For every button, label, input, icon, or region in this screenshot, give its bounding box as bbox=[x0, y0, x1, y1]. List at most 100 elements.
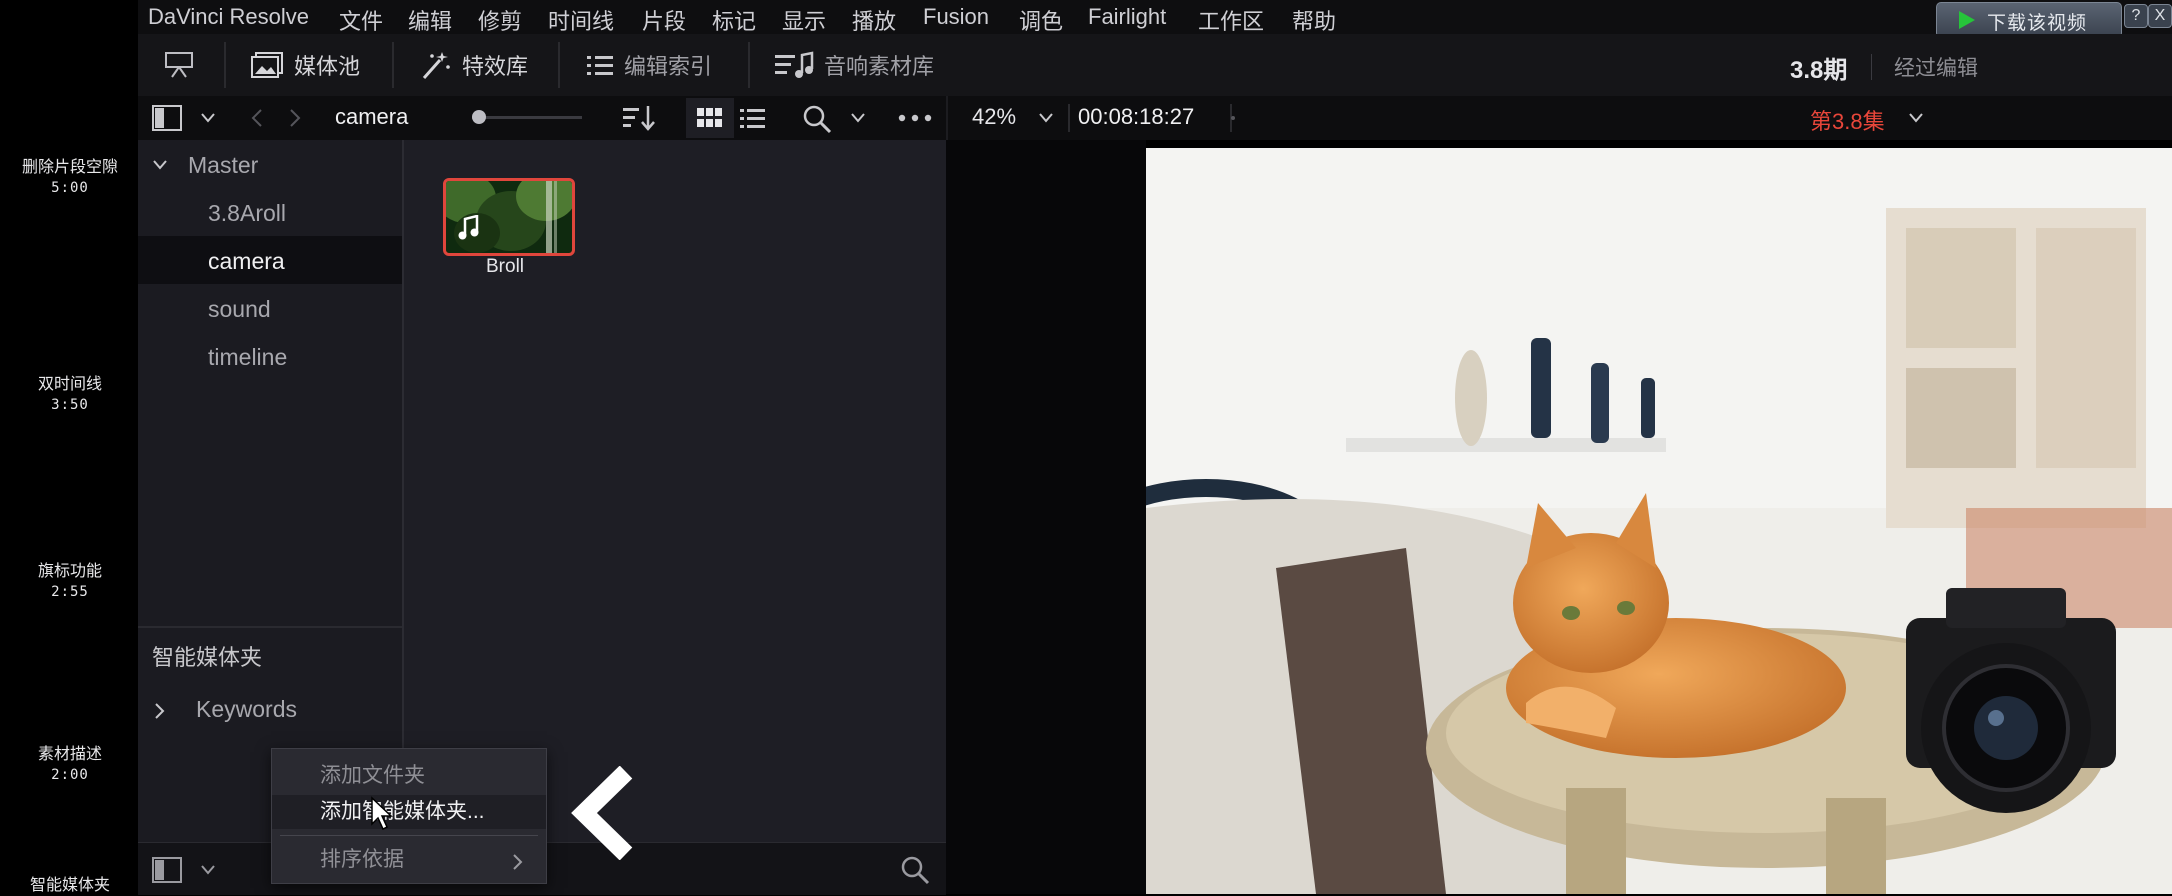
menu-fairlight[interactable]: Fairlight bbox=[1088, 4, 1166, 30]
chevron-down-icon[interactable] bbox=[200, 864, 216, 876]
chapter-title: 智能媒体夹 bbox=[29, 877, 110, 894]
current-bin-name: camera bbox=[335, 104, 409, 129]
magic-wand-icon bbox=[422, 52, 450, 79]
mouse-cursor-icon bbox=[371, 796, 393, 831]
bin-item[interactable]: sound bbox=[138, 284, 402, 332]
chevron-right-icon bbox=[155, 703, 165, 719]
media-pool-icon bbox=[251, 52, 283, 78]
effects-library-button[interactable]: 特效库 bbox=[420, 48, 528, 82]
bin-item[interactable]: timeline bbox=[138, 332, 402, 380]
chapter-time: 2:55 bbox=[51, 584, 89, 600]
close-window-button[interactable]: X bbox=[2148, 4, 2172, 28]
chapter-time: 3:50 bbox=[51, 397, 89, 413]
bin-item[interactable]: 3.8Aroll bbox=[138, 188, 402, 236]
panel-toggle-icon[interactable] bbox=[152, 857, 182, 883]
music-list-icon bbox=[775, 51, 814, 78]
video-viewer[interactable] bbox=[1146, 148, 2172, 894]
bin-label: timeline bbox=[208, 344, 288, 370]
menu-mark[interactable]: 标记 bbox=[712, 4, 756, 36]
media-pool-header: camera 42% 00:08:18:27 第3.8集 bbox=[138, 96, 2172, 140]
bin-label: camera bbox=[208, 248, 285, 274]
menu-app[interactable]: DaVinci Resolve bbox=[148, 4, 309, 30]
back-arrow-icon[interactable] bbox=[250, 108, 264, 128]
chapter-item[interactable]: 双时间线 3:50 bbox=[0, 375, 140, 415]
help-window-button[interactable]: ? bbox=[2124, 4, 2148, 28]
chapter-item[interactable]: 旗标功能 2:55 bbox=[0, 562, 140, 602]
more-options-icon[interactable] bbox=[898, 114, 932, 122]
menu-item-add-folder[interactable]: 添加文件夹 bbox=[272, 759, 546, 793]
menu-bar: DaVinci Resolve 文件 编辑 修剪 时间线 片段 标记 显示 播放… bbox=[138, 0, 2172, 34]
project-status: 经过编辑 bbox=[1894, 57, 1978, 80]
sound-library-label: 音响素材库 bbox=[824, 54, 935, 79]
chevron-down-icon bbox=[153, 160, 167, 170]
smart-bins-title: 智能媒体夹 bbox=[152, 645, 263, 670]
slider-handle[interactable] bbox=[472, 110, 486, 124]
menu-view[interactable]: 显示 bbox=[782, 4, 826, 36]
project-title: 3.8期 bbox=[1790, 57, 1848, 84]
chevron-down-icon[interactable] bbox=[850, 112, 866, 124]
bin-master[interactable]: Master bbox=[138, 140, 402, 188]
media-pool-label: 媒体池 bbox=[294, 54, 361, 79]
workspace-toggle-button[interactable] bbox=[164, 48, 194, 82]
menu-playback[interactable]: 播放 bbox=[852, 4, 896, 36]
download-label: 下载该视频 bbox=[1987, 13, 2088, 34]
timecode-display: 00:08:18:27 bbox=[1078, 104, 1195, 129]
menu-edit[interactable]: 编辑 bbox=[408, 4, 452, 36]
chapter-time: 2:00 bbox=[51, 767, 89, 783]
effects-label: 特效库 bbox=[462, 54, 529, 79]
menu-timeline[interactable]: 时间线 bbox=[548, 4, 614, 36]
search-icon[interactable] bbox=[802, 104, 832, 134]
sort-icon[interactable] bbox=[622, 104, 656, 132]
menu-file[interactable]: 文件 bbox=[339, 4, 383, 36]
grid-view-button[interactable] bbox=[686, 98, 734, 138]
chapter-title: 双时间线 bbox=[37, 376, 102, 393]
forward-arrow-icon[interactable] bbox=[288, 108, 302, 128]
chevron-down-icon[interactable] bbox=[1038, 112, 1054, 124]
viewer-letterbox bbox=[946, 140, 1146, 894]
menu-trim[interactable]: 修剪 bbox=[478, 4, 522, 36]
chevron-down-icon[interactable] bbox=[1908, 112, 1924, 124]
chapter-item[interactable]: 智能媒体夹 bbox=[0, 876, 140, 896]
audio-note-icon bbox=[458, 215, 479, 240]
menu-color[interactable]: 调色 bbox=[1019, 4, 1063, 36]
panel-toggle-icon[interactable] bbox=[152, 105, 182, 131]
bin-list-panel: Master 3.8Aroll camera sound timeline 智能… bbox=[138, 140, 402, 842]
chapter-item[interactable]: 素材描述 2:00 bbox=[0, 745, 140, 785]
menu-clip[interactable]: 片段 bbox=[642, 4, 686, 36]
list-view-icon[interactable] bbox=[740, 108, 766, 128]
episode-selector[interactable]: 第3.8集 bbox=[1810, 104, 1885, 136]
clip-name: Broll bbox=[486, 256, 525, 277]
chapter-title: 素材描述 bbox=[37, 746, 102, 763]
edit-index-label: 编辑索引 bbox=[624, 54, 713, 79]
sound-library-button[interactable]: 音响素材库 bbox=[774, 48, 934, 82]
monitor-icon bbox=[165, 52, 193, 78]
chevron-right-icon bbox=[513, 854, 523, 870]
play-icon bbox=[1959, 11, 1975, 29]
previous-chapter-icon[interactable] bbox=[570, 766, 640, 860]
chapter-title: 旗标功能 bbox=[37, 563, 102, 580]
smart-bin-keywords[interactable]: Keywords bbox=[138, 686, 402, 734]
zoom-level[interactable]: 42% bbox=[972, 104, 1016, 130]
context-menu: 添加文件夹 添加智能媒体夹... 排序依据 bbox=[271, 748, 547, 884]
menu-workspace[interactable]: 工作区 bbox=[1198, 4, 1264, 36]
bin-label: sound bbox=[208, 296, 271, 322]
menu-fusion[interactable]: Fusion bbox=[923, 4, 989, 30]
chapter-item[interactable]: 删除片段空隙 5:00 bbox=[0, 158, 140, 198]
search-icon[interactable] bbox=[900, 855, 930, 885]
menu-item-add-smart-bin[interactable]: 添加智能媒体夹... bbox=[272, 795, 546, 829]
thumbnail-size-slider[interactable] bbox=[472, 110, 582, 124]
chevron-down-icon[interactable] bbox=[200, 112, 216, 124]
keywords-label: Keywords bbox=[196, 696, 297, 722]
media-pool-button[interactable]: 媒体池 bbox=[250, 48, 360, 82]
bin-master-label: Master bbox=[188, 152, 259, 178]
chapter-title: 删除片段空隙 bbox=[21, 159, 118, 176]
menu-help[interactable]: 帮助 bbox=[1292, 4, 1336, 36]
edit-index-button[interactable]: 编辑索引 bbox=[586, 48, 712, 82]
chapter-time: 5:00 bbox=[51, 180, 89, 196]
download-video-button[interactable]: 下载该视频 bbox=[1936, 2, 2122, 38]
menu-item-sort-by[interactable]: 排序依据 bbox=[272, 843, 546, 877]
clip-thumbnail[interactable] bbox=[443, 178, 575, 256]
bin-label: 3.8Aroll bbox=[208, 200, 286, 226]
toolbar: 媒体池 特效库 编辑索引 音响素材库 3.8期 经过编辑 bbox=[138, 34, 2172, 96]
bin-item-selected[interactable]: camera bbox=[138, 236, 402, 284]
